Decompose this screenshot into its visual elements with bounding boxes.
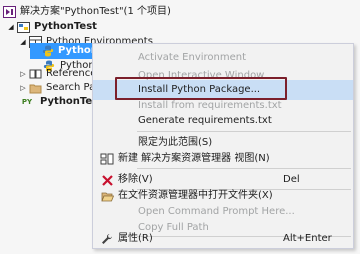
menu-item-generate-requirements[interactable]: Generate requirements.txt (93, 111, 353, 131)
search-paths-icon (28, 82, 42, 95)
solution-icon (2, 6, 16, 19)
expand-arrow-icon[interactable]: ◢ (6, 19, 16, 35)
python-env-icon (42, 45, 54, 58)
solution-label: 解决方案"PythonTest"(1 个项目) (20, 6, 171, 17)
menu-item-properties[interactable]: 属性(R) Alt+Enter (93, 229, 353, 249)
py-badge: PY (21, 98, 33, 106)
solution-node[interactable]: 解决方案"PythonTest"(1 个项目) (2, 4, 171, 20)
menu-item-label: 新建 解决方案资源管理器 视图(N) (118, 153, 270, 164)
menu-item-new-solution-explorer-view[interactable]: 新建 解决方案资源管理器 视图(N) (93, 149, 353, 169)
python-file-icon: PY (18, 96, 36, 109)
expand-arrow-icon[interactable]: ◢ (18, 34, 28, 50)
references-icon (28, 68, 42, 81)
menu-separator (137, 168, 351, 169)
menu-item-shortcut: Alt+Enter (283, 233, 332, 244)
project-node[interactable]: ◢ PythonTest (6, 19, 97, 35)
menu-item-label: Activate Environment (138, 52, 247, 63)
python-project-icon (16, 21, 30, 34)
menu-item-activate-environment[interactable]: Activate Environment (93, 48, 353, 68)
menu-separator (137, 131, 351, 132)
project-label: PythonTest (34, 21, 97, 32)
context-menu: Activate Environment Open Interactive Wi… (92, 43, 354, 249)
menu-item-label: Generate requirements.txt (138, 115, 272, 126)
wrench-icon (96, 229, 118, 249)
new-view-icon (96, 149, 118, 169)
menu-item-label: 属性(R) (118, 233, 153, 244)
